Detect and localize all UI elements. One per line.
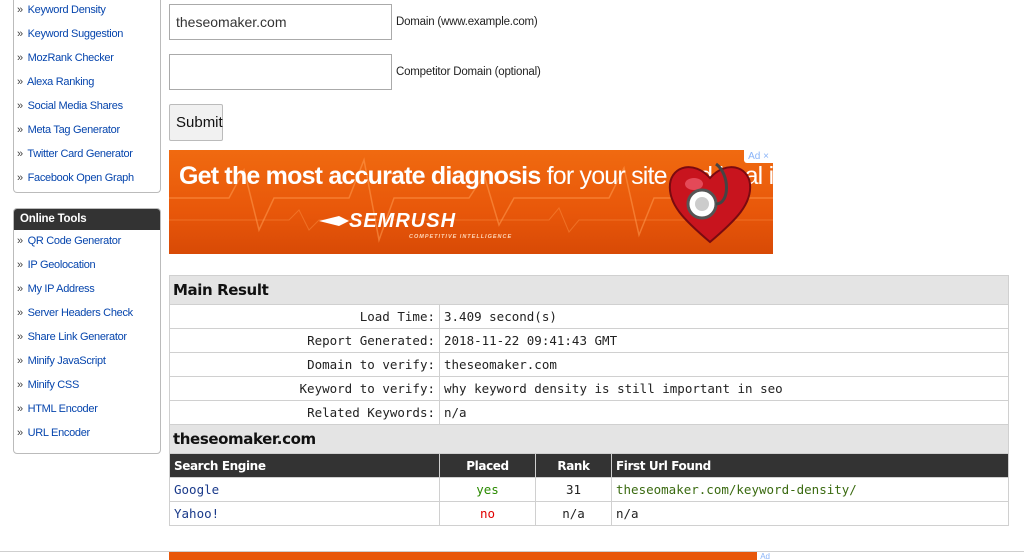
- table-row: Google yes 31 theseomaker.com/keyword-de…: [169, 477, 1009, 502]
- domain-hint: Domain (www.example.com): [396, 16, 538, 28]
- sidebar-item-meta-tag-generator[interactable]: » Meta Tag Generator: [17, 122, 160, 146]
- domain-verify-value: theseomaker.com: [439, 352, 1009, 377]
- sidebar-item-qr-code-generator[interactable]: » QR Code Generator: [17, 232, 160, 256]
- sidebar-item-html-encoder[interactable]: » HTML Encoder: [17, 400, 160, 424]
- sidebar-item-label: IP Geolocation: [27, 259, 96, 271]
- sidebar: » Keyword Density » Keyword Suggestion »…: [13, 0, 161, 454]
- ad-brand-sub: COMPETITIVE INTELLIGENCE: [409, 234, 513, 240]
- engine-cell: Google: [169, 477, 440, 502]
- domain-result-heading-row: theseomaker.com: [169, 424, 1009, 454]
- table-row: Yahoo! no n/a n/a: [169, 501, 1009, 526]
- col-placed: Placed: [439, 453, 536, 478]
- sidebar-item-my-ip-address[interactable]: » My IP Address: [17, 280, 160, 304]
- competitor-domain-input[interactable]: [169, 54, 392, 90]
- competitor-row: Competitor Domain (optional): [169, 54, 541, 90]
- online-tools-heading: Online Tools: [14, 209, 160, 230]
- url-found-link[interactable]: theseomaker.com/keyword-density/: [611, 477, 1009, 502]
- seo-tools-box: » Keyword Density » Keyword Suggestion »…: [13, 0, 161, 193]
- sidebar-item-twitter-card-generator[interactable]: » Twitter Card Generator: [17, 146, 160, 170]
- keyword-verify-label: Keyword to verify:: [169, 376, 440, 401]
- domain-input[interactable]: [169, 4, 392, 40]
- placed-cell: no: [439, 501, 536, 526]
- sidebar-item-label: URL Encoder: [27, 427, 91, 439]
- sidebar-item-url-encoder[interactable]: » URL Encoder: [17, 424, 160, 448]
- sidebar-item-label: HTML Encoder: [27, 403, 98, 415]
- sidebar-item-label: Keyword Suggestion: [27, 28, 124, 40]
- keyword-verify-value: why keyword density is still important i…: [439, 376, 1009, 401]
- report-generated-value: 2018-11-22 09:41:43 GMT: [439, 328, 1009, 353]
- sidebar-item-label: Meta Tag Generator: [27, 124, 121, 136]
- load-time-value: 3.409 second(s): [439, 304, 1009, 329]
- col-first-url: First Url Found: [611, 453, 1009, 478]
- submit-button[interactable]: Submit: [169, 104, 223, 141]
- domain-verify-label: Domain to verify:: [169, 352, 440, 377]
- sidebar-item-label: MozRank Checker: [27, 52, 114, 64]
- sidebar-item-label: Share Link Generator: [27, 331, 127, 343]
- sidebar-item-label: Facebook Open Graph: [27, 172, 135, 184]
- sidebar-item-label: My IP Address: [27, 283, 95, 295]
- rank-cell: n/a: [535, 501, 612, 526]
- sidebar-item-facebook-open-graph[interactable]: » Facebook Open Graph: [17, 170, 160, 194]
- table-row: Report Generated: 2018-11-22 09:41:43 GM…: [169, 328, 1009, 353]
- sidebar-item-label: Minify JavaScript: [27, 355, 106, 367]
- report-generated-label: Report Generated:: [169, 328, 440, 353]
- load-time-label: Load Time:: [169, 304, 440, 329]
- engine-cell: Yahoo!: [169, 501, 440, 526]
- sidebar-item-label: Keyword Density: [27, 4, 106, 16]
- sidebar-item-label: Alexa Ranking: [26, 76, 95, 88]
- column-header-row: Search Engine Placed Rank First Url Foun…: [169, 453, 1009, 478]
- url-found-cell: n/a: [611, 501, 1009, 526]
- sidebar-item-server-headers-check[interactable]: » Server Headers Check: [17, 304, 160, 328]
- table-row: Keyword to verify: why keyword density i…: [169, 376, 1009, 401]
- ad-brand: SEMRUSH: [349, 210, 457, 232]
- table-row: Related Keywords: n/a: [169, 400, 1009, 425]
- online-tools-box: Online Tools » QR Code Generator » IP Ge…: [13, 208, 161, 454]
- sidebar-item-label: Social Media Shares: [27, 100, 123, 112]
- semrush-ad-banner[interactable]: Get the most accurate diagnosis for your…: [169, 150, 773, 254]
- ad2-label[interactable]: Ad: [757, 552, 773, 560]
- results-table: Main Result Load Time: 3.409 second(s) R…: [169, 275, 1009, 526]
- table-row: Load Time: 3.409 second(s): [169, 304, 1009, 329]
- sidebar-item-social-media-shares[interactable]: » Social Media Shares: [17, 98, 160, 122]
- competitor-hint: Competitor Domain (optional): [396, 66, 541, 78]
- col-search-engine: Search Engine: [169, 453, 440, 478]
- sidebar-item-keyword-density[interactable]: » Keyword Density: [17, 2, 160, 26]
- main-result-heading-row: Main Result: [169, 275, 1009, 305]
- sidebar-item-minify-javascript[interactable]: » Minify JavaScript: [17, 352, 160, 376]
- sidebar-item-keyword-suggestion[interactable]: » Keyword Suggestion: [17, 26, 160, 50]
- sidebar-item-label: QR Code Generator: [27, 235, 122, 247]
- related-keywords-label: Related Keywords:: [169, 400, 440, 425]
- semrush-flame-icon: [319, 216, 349, 226]
- ad-choices-label[interactable]: Ad ×: [744, 150, 773, 163]
- sidebar-item-share-link-generator[interactable]: » Share Link Generator: [17, 328, 160, 352]
- domain-result-title: theseomaker.com: [169, 424, 1009, 454]
- sidebar-item-label: Minify CSS: [27, 379, 80, 391]
- ad-headline-bold: Get the most accurate diagnosis: [179, 162, 541, 190]
- sidebar-item-mozrank-checker[interactable]: » MozRank Checker: [17, 50, 160, 74]
- related-keywords-value: n/a: [439, 400, 1009, 425]
- sidebar-item-minify-css[interactable]: » Minify CSS: [17, 376, 160, 400]
- heart-stethoscope-icon: [668, 162, 752, 244]
- domain-row: Domain (www.example.com): [169, 4, 538, 40]
- col-rank: Rank: [535, 453, 612, 478]
- sidebar-item-alexa-ranking[interactable]: » Alexa Ranking: [17, 74, 160, 98]
- second-ad-banner[interactable]: Ad: [169, 552, 773, 560]
- sidebar-item-label: Twitter Card Generator: [27, 148, 133, 160]
- placed-cell: yes: [439, 477, 536, 502]
- table-row: Domain to verify: theseomaker.com: [169, 352, 1009, 377]
- sidebar-item-ip-geolocation[interactable]: » IP Geolocation: [17, 256, 160, 280]
- sidebar-item-label: Server Headers Check: [27, 307, 134, 319]
- main-result-title: Main Result: [169, 275, 1009, 305]
- rank-cell: 31: [535, 477, 612, 502]
